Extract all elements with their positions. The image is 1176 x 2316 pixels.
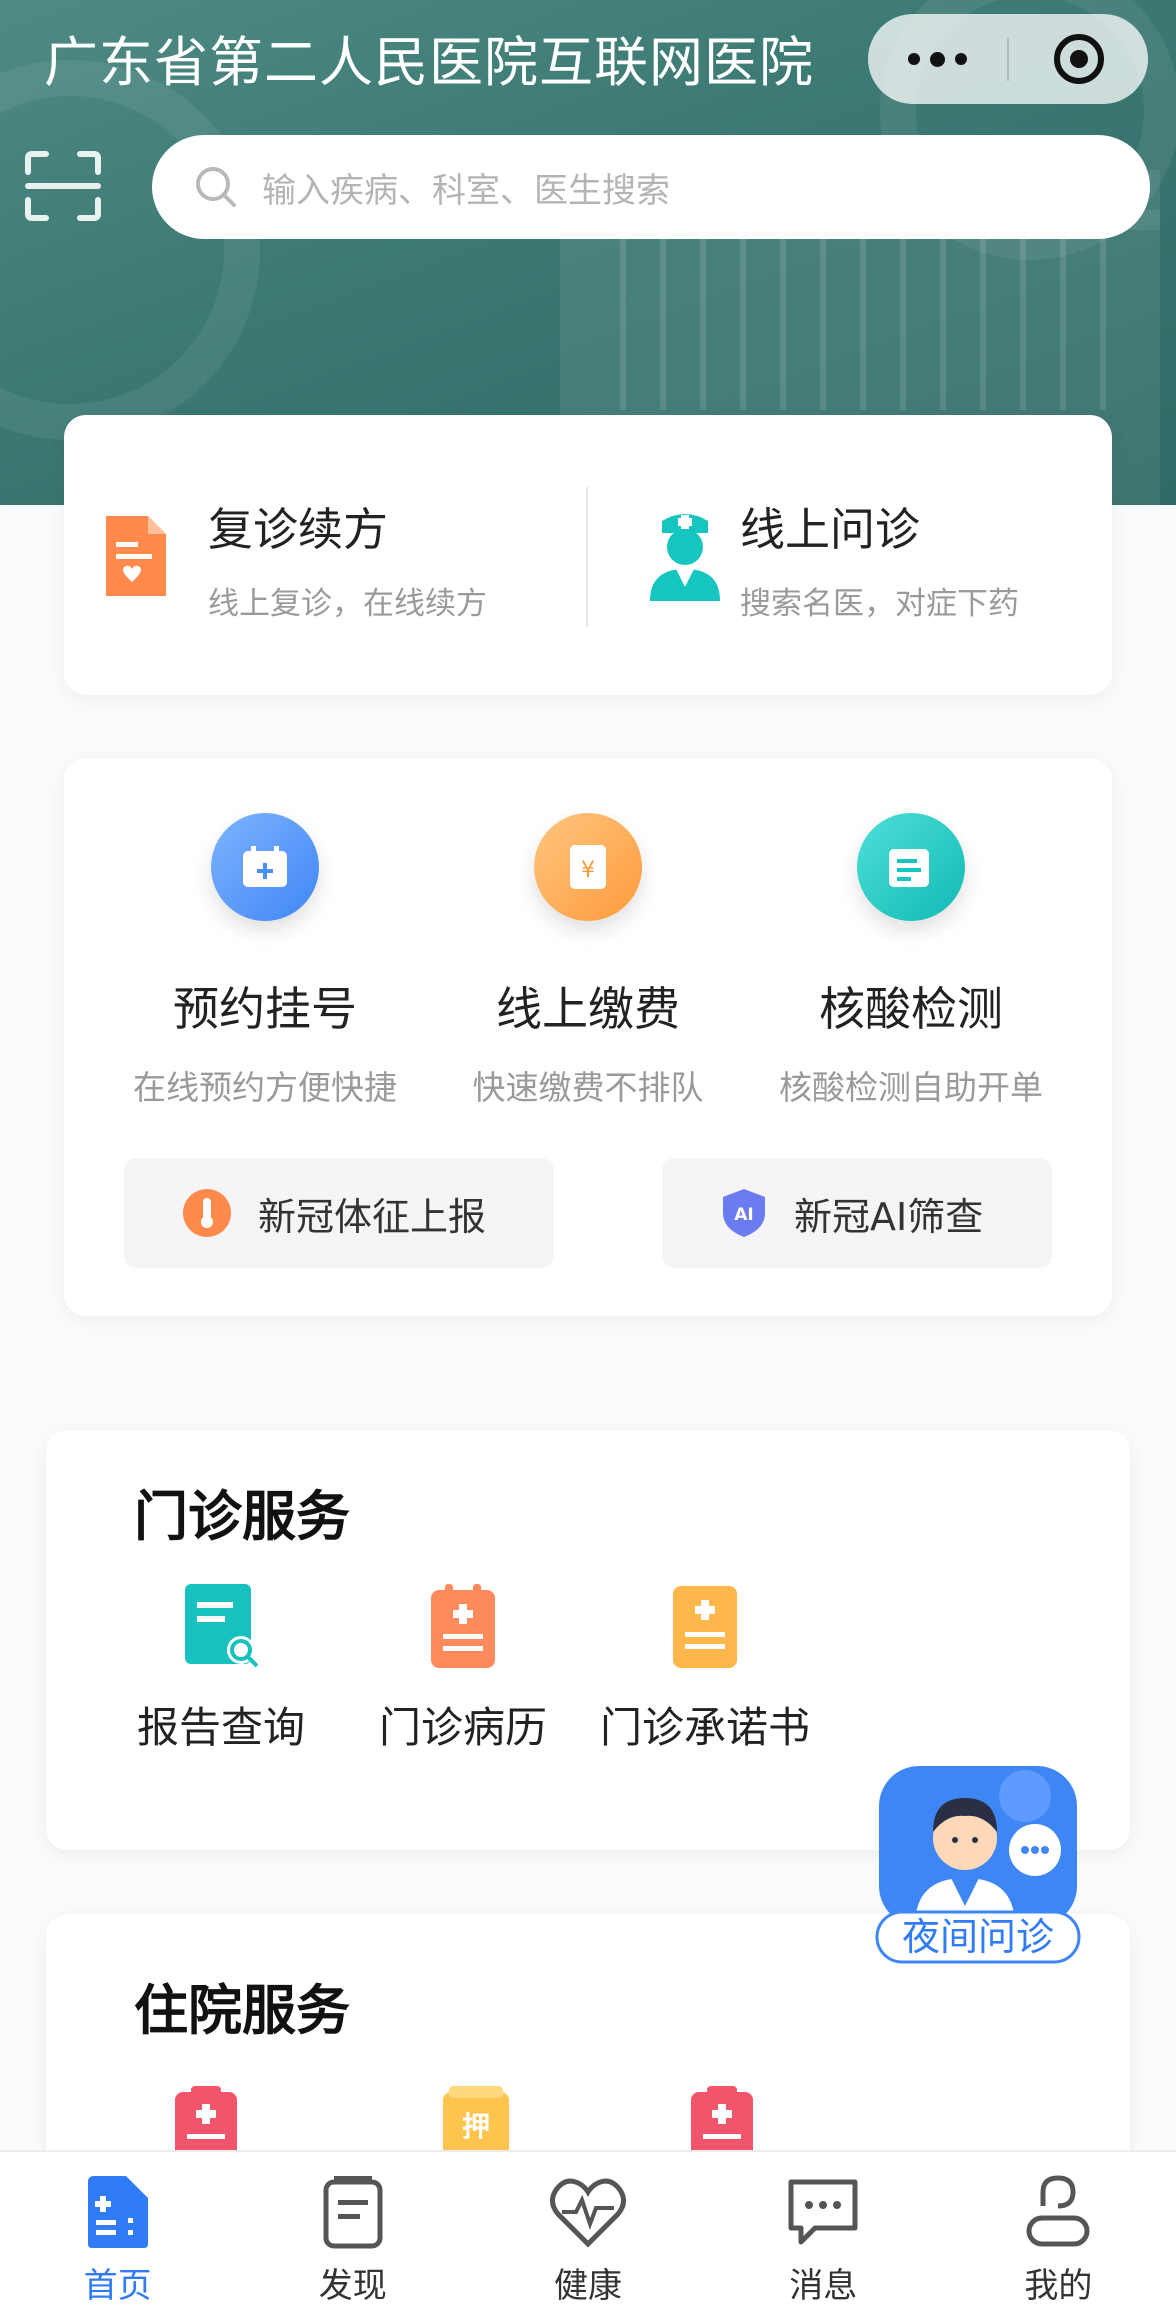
grid-item-label: 报告查询 <box>136 1703 305 1752</box>
online-consult-entry[interactable]: 线上问诊 搜索名医，对症下药 <box>588 415 1108 695</box>
main-services-card: 预约挂号 在线预约方便快捷 ¥ 线上缴费 快速缴费不排队 核酸检测 核酸检测自助… <box>64 758 1112 1316</box>
message-icon <box>788 2179 858 2245</box>
svg-text:¥: ¥ <box>581 858 595 883</box>
service-payment[interactable]: ¥ 线上缴费 快速缴费不排队 <box>423 813 753 1109</box>
close-mini-program-button[interactable] <box>1009 34 1148 84</box>
medical-record-icon <box>431 1584 495 1668</box>
app-title: 广东省第二人民医院互联网医院 <box>44 31 814 94</box>
night-consult-label: 夜间问诊 <box>901 1915 1054 1959</box>
section-title: 门诊服务 <box>134 1485 350 1548</box>
svg-text:AI: AI <box>734 1205 753 1225</box>
tab-profile[interactable]: 我的 <box>941 2152 1176 2316</box>
quick-entry-card: 复诊续方 线上复诊，在线续方 线上问诊 搜索名医，对症下药 <box>64 415 1112 695</box>
prescription-doc-icon <box>106 516 166 596</box>
profile-icon <box>1026 2175 1090 2247</box>
tab-discover[interactable]: 发现 <box>235 2152 470 2316</box>
health-heart-icon <box>550 2178 626 2248</box>
service-name: 线上缴费 <box>496 982 680 1036</box>
outpatient-commitment-item[interactable]: 门诊承诺书 <box>590 1580 820 1755</box>
pill-label: 新冠体征上报 <box>258 1194 487 1239</box>
mini-program-capsule <box>868 14 1148 104</box>
search-icon <box>196 167 236 207</box>
grid-item-label: 门诊承诺书 <box>599 1703 810 1752</box>
discover-icon <box>323 2176 383 2249</box>
scan-icon[interactable] <box>24 150 102 222</box>
online-consult-subtitle: 搜索名医，对症下药 <box>740 586 1019 622</box>
more-dots-icon <box>908 53 920 65</box>
more-dots-icon-center <box>930 51 945 67</box>
outpatient-record-item[interactable]: 门诊病历 <box>348 1580 578 1755</box>
revisit-title: 复诊续方 <box>208 503 389 556</box>
yuan-payment-icon: ¥ <box>534 813 642 921</box>
report-search-icon <box>185 1584 259 1668</box>
service-name: 核酸检测 <box>819 982 1003 1036</box>
thermometer-icon <box>183 1189 231 1237</box>
more-menu-button[interactable] <box>868 51 1007 67</box>
service-appointment[interactable]: 预约挂号 在线预约方便快捷 <box>100 813 430 1109</box>
deposit-label: 押 <box>462 2110 490 2143</box>
tab-home[interactable]: 首页 <box>0 2152 235 2316</box>
commitment-doc-icon <box>673 1586 737 1668</box>
service-desc: 核酸检测自助开单 <box>779 1068 1043 1107</box>
service-desc: 快速缴费不排队 <box>472 1068 704 1107</box>
night-consult-float-button[interactable]: 夜间问诊 <box>875 1766 1081 1966</box>
covid-vitals-report-button[interactable]: 新冠体征上报 <box>124 1158 554 1268</box>
calendar-plus-icon <box>211 813 319 921</box>
section-title: 住院服务 <box>134 1979 350 2042</box>
tab-label: 消息 <box>789 2266 858 2306</box>
more-dots-icon-right <box>955 53 967 65</box>
covid-ai-screening-button[interactable]: AI 新冠AI筛查 <box>662 1158 1052 1268</box>
home-icon <box>87 2176 148 2248</box>
ai-shield-icon: AI <box>723 1189 765 1237</box>
tab-label: 我的 <box>1024 2266 1093 2306</box>
target-circle-icon <box>1053 34 1104 84</box>
tab-label: 健康 <box>554 2266 622 2306</box>
revisit-subtitle: 线上复诊，在线续方 <box>208 586 487 622</box>
doctor-icon <box>650 514 720 601</box>
pill-label: 新冠AI筛查 <box>794 1194 984 1239</box>
online-consult-title: 线上问诊 <box>740 503 921 556</box>
service-nucleic-test[interactable]: 核酸检测 核酸检测自助开单 <box>746 813 1076 1109</box>
service-name: 预约挂号 <box>173 982 357 1036</box>
bottom-tab-bar: 首页 发现 健康 消息 我的 <box>0 2150 1176 2316</box>
test-report-icon <box>857 813 965 921</box>
tab-health[interactable]: 健康 <box>470 2152 705 2316</box>
service-desc: 在线预约方便快捷 <box>133 1068 397 1107</box>
search-input[interactable]: 输入疾病、科室、医生搜索 <box>152 135 1150 239</box>
tab-label: 发现 <box>318 2266 387 2306</box>
revisit-prescription-entry[interactable]: 复诊续方 线上复诊，在线续方 <box>64 415 584 695</box>
tab-messages[interactable]: 消息 <box>706 2152 941 2316</box>
search-placeholder: 输入疾病、科室、医生搜索 <box>262 170 670 211</box>
tab-label: 首页 <box>83 2266 152 2306</box>
grid-item-label: 门诊病历 <box>378 1703 547 1752</box>
report-query-item[interactable]: 报告查询 <box>106 1580 336 1755</box>
